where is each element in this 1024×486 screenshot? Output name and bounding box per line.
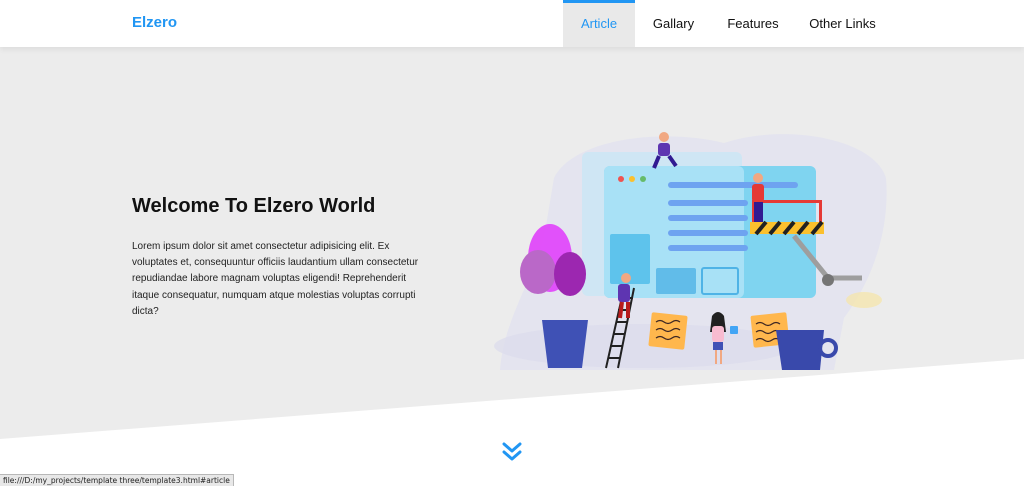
hero-illustration <box>494 132 887 370</box>
status-bar-url: file:///D:/my_projects/template three/te… <box>0 474 234 486</box>
nav-link-features[interactable]: Features <box>712 0 794 47</box>
landing-title: Welcome To Elzero World <box>132 195 376 217</box>
landing-section: Welcome To Elzero World Lorem ipsum dolo… <box>0 47 1024 486</box>
site-header: Elzero Article Gallary Features Other Li… <box>0 0 1024 47</box>
main-nav: Article Gallary Features Other Links <box>563 0 891 47</box>
double-chevron-down-icon[interactable] <box>500 440 524 464</box>
logo[interactable]: Elzero <box>132 14 177 31</box>
nav-link-gallary[interactable]: Gallary <box>635 0 712 47</box>
nav-link-other-links[interactable]: Other Links <box>794 0 891 47</box>
nav-link-article[interactable]: Article <box>563 0 635 47</box>
landing-text: Lorem ipsum dolor sit amet consectetur a… <box>132 241 419 317</box>
